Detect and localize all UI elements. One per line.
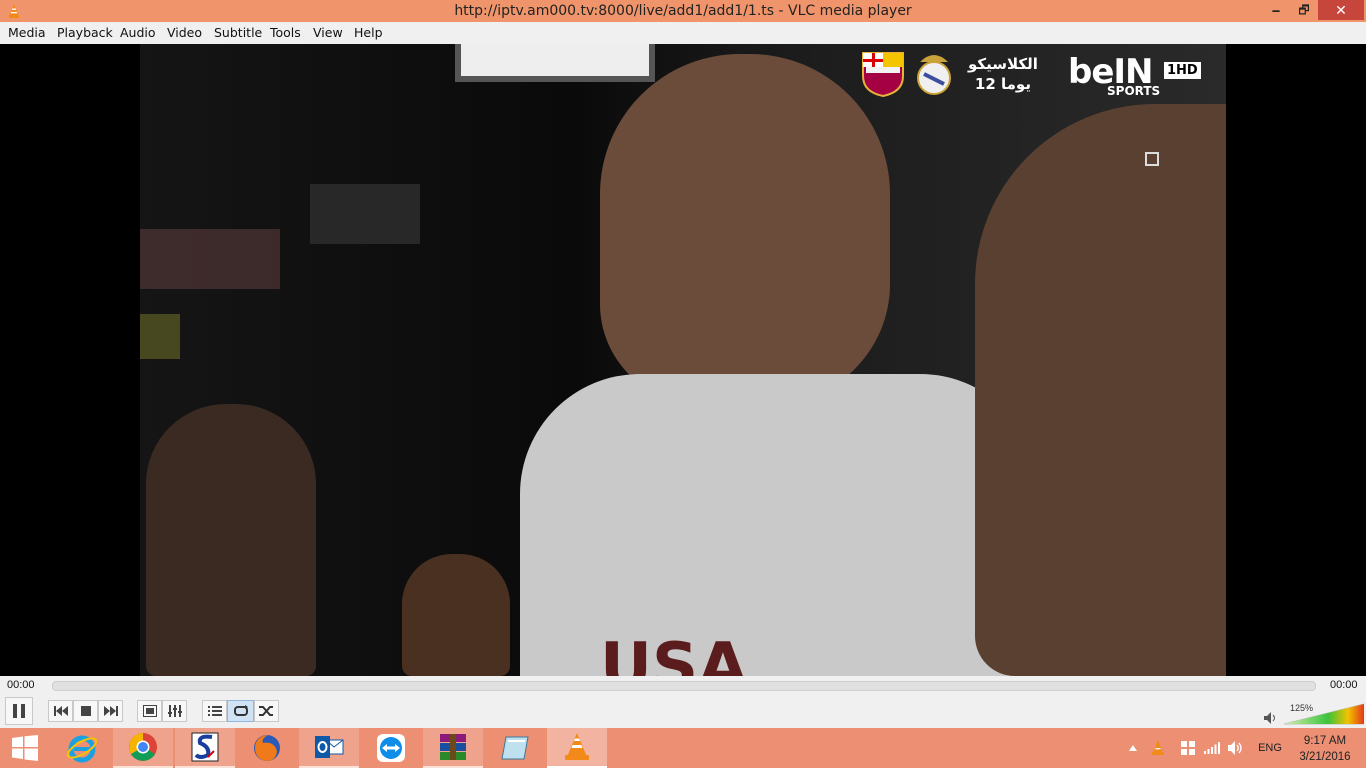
background-banner xyxy=(140,314,180,359)
notepad-icon xyxy=(501,736,529,760)
taskbar-vlc[interactable] xyxy=(547,728,607,768)
winrar-icon xyxy=(440,734,466,760)
previous-icon xyxy=(53,706,68,716)
outlook-icon xyxy=(315,736,344,758)
menu-audio[interactable]: Audio xyxy=(120,25,156,40)
volume-slider[interactable] xyxy=(1284,703,1364,725)
vlc-icon xyxy=(1152,740,1164,755)
taskbar-s-app[interactable] xyxy=(175,728,235,768)
extended-settings-button[interactable] xyxy=(162,700,187,722)
taskbar-internet-explorer[interactable] xyxy=(52,728,112,768)
time-total: 00:00 xyxy=(1330,679,1358,691)
clock-date: 3/21/2016 xyxy=(1299,751,1351,763)
overlay-arabic-countdown: 12 يوما xyxy=(974,75,1031,93)
tray-action-center[interactable] xyxy=(1178,728,1198,768)
menu-playback[interactable]: Playback xyxy=(57,25,113,40)
video-frame: USA xyxy=(140,44,1226,676)
tray-vlc[interactable] xyxy=(1148,728,1168,768)
taskbar-firefox[interactable] xyxy=(237,728,297,768)
overlay-arabic-title: الكلاسيكو xyxy=(968,55,1038,73)
menu-video[interactable]: Video xyxy=(167,25,202,40)
fc-barcelona-logo-icon xyxy=(862,52,904,98)
firefox-icon xyxy=(254,735,280,761)
fullscreen-button[interactable] xyxy=(137,700,162,722)
tray-network[interactable] xyxy=(1202,728,1222,768)
previous-button[interactable] xyxy=(48,700,73,722)
vlc-icon xyxy=(565,733,589,760)
scoreboard-shape xyxy=(455,44,655,82)
next-button[interactable] xyxy=(98,700,123,722)
player-center-jersey xyxy=(520,374,1040,676)
window-title: http://iptv.am000.tv:8000/live/add1/add1… xyxy=(454,3,912,19)
overlay-text: الكلاسيكو 12 يوما xyxy=(968,54,1038,94)
seek-slider[interactable] xyxy=(52,681,1316,691)
show-hidden-icons-button[interactable] xyxy=(1126,728,1140,768)
seek-row: 00:00 00:00 xyxy=(0,676,1366,696)
tray-language[interactable]: ENG xyxy=(1254,728,1286,768)
taskbar-chrome[interactable] xyxy=(113,728,173,768)
loop-button[interactable] xyxy=(227,700,254,722)
stop-button[interactable] xyxy=(73,700,98,722)
s-app-icon xyxy=(191,732,219,762)
bein-hd-badge: 1HD xyxy=(1164,62,1201,79)
playlist-button[interactable] xyxy=(202,700,227,722)
maximize-button[interactable]: 🗗 xyxy=(1290,0,1318,20)
minimize-button[interactable]: 🗕 xyxy=(1262,0,1290,20)
title-bar[interactable]: http://iptv.am000.tv:8000/live/add1/add1… xyxy=(0,0,1366,22)
speaker-icon xyxy=(1228,741,1242,755)
controls-bar: 125% xyxy=(0,696,1366,728)
internet-explorer-icon xyxy=(66,735,98,763)
player-right xyxy=(975,104,1226,676)
start-button[interactable] xyxy=(0,728,50,768)
menu-subtitle[interactable]: Subtitle xyxy=(214,25,262,40)
overlay-square-icon xyxy=(1145,152,1159,166)
taskbar-notepad[interactable] xyxy=(485,728,545,768)
pause-icon xyxy=(13,704,25,718)
action-center-flag-icon xyxy=(1181,741,1195,755)
taskbar-teamviewer[interactable] xyxy=(361,728,421,768)
real-madrid-logo-icon xyxy=(917,55,951,95)
chrome-icon xyxy=(129,733,157,761)
menu-media[interactable]: Media xyxy=(8,25,46,40)
speaker-icon[interactable] xyxy=(1264,712,1278,724)
clock-time: 9:17 AM xyxy=(1303,735,1347,747)
chevron-up-icon xyxy=(1129,745,1137,751)
menu-help[interactable]: Help xyxy=(354,25,383,40)
taskbar-outlook[interactable] xyxy=(299,728,359,768)
taskbar-winrar[interactable] xyxy=(423,728,483,768)
next-icon xyxy=(103,706,118,716)
jersey-text: USA xyxy=(600,630,748,676)
player-left xyxy=(146,404,316,676)
teamviewer-icon xyxy=(377,734,405,762)
time-elapsed: 00:00 xyxy=(7,679,35,691)
video-area[interactable]: USA الكلاسيكو 12 يوما beIN 1HD SPORTS xyxy=(0,44,1366,676)
tray-clock[interactable]: 9:17 AM 3/21/2016 xyxy=(1290,733,1360,765)
background-banner xyxy=(140,229,280,289)
menu-tools[interactable]: Tools xyxy=(270,25,301,40)
loop-icon xyxy=(233,705,248,716)
menu-bar: Media Playback Audio Video Subtitle Tool… xyxy=(0,22,1366,44)
menu-view[interactable]: View xyxy=(313,25,343,40)
player-center-head xyxy=(600,54,890,404)
shuffle-button[interactable] xyxy=(254,700,279,722)
player-back xyxy=(402,554,510,676)
close-button[interactable]: ✕ xyxy=(1318,0,1364,20)
windows-logo-icon xyxy=(12,735,38,761)
background-banner xyxy=(310,184,420,244)
shuffle-icon xyxy=(258,706,273,716)
tray-volume[interactable] xyxy=(1226,728,1246,768)
taskbar: ENG 9:17 AM 3/21/2016 xyxy=(0,728,1366,768)
equalizer-icon xyxy=(167,705,182,717)
stop-icon xyxy=(80,706,91,716)
bein-sports-label: SPORTS xyxy=(1107,84,1161,98)
fullscreen-icon xyxy=(142,705,157,717)
pause-button[interactable] xyxy=(5,697,33,725)
signal-bars-icon xyxy=(1204,742,1220,754)
playlist-icon xyxy=(207,706,222,716)
